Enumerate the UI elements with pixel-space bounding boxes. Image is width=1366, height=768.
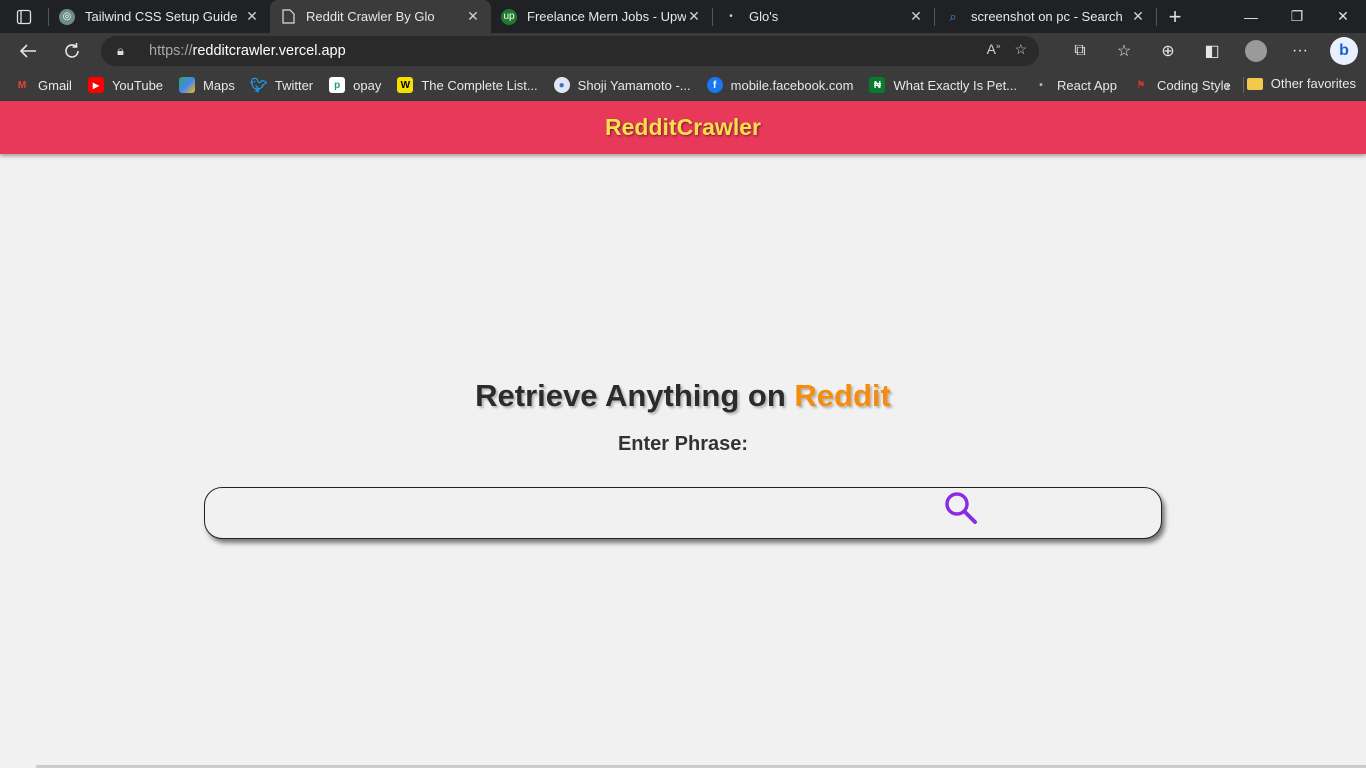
bing-copilot-icon[interactable]: b [1330,37,1358,65]
maps-icon [179,77,196,93]
bookmark-shoji[interactable]: ● Shoji Yamamoto -... [553,77,691,93]
tab-reddit-crawler[interactable]: Reddit Crawler By Glo ✕ [270,0,491,33]
tab-title: Glo's [749,9,779,24]
back-button[interactable] [6,33,50,69]
navigation-bar: 🔒︎ https:// redditcrawler.vercel.app A» … [0,33,1366,69]
bookmark-coding-style[interactable]: ⚑ Coding Style [1133,77,1231,93]
tab-search[interactable]: ⌕ screenshot on pc - Search ✕ [935,0,1156,33]
back-arrow-icon [19,44,36,58]
address-bar[interactable]: 🔒︎ https:// redditcrawler.vercel.app A» … [101,36,1039,66]
title-accent: Reddit [794,378,891,413]
title-main: Retrieve Anything on [475,378,795,413]
add-favorite-icon[interactable]: ☆ [1014,41,1027,58]
bookmark-complete-list[interactable]: W The Complete List... [397,77,538,93]
other-favorites[interactable]: Other favorites [1246,76,1356,91]
search-icon[interactable] [944,491,978,525]
phrase-label: Enter Phrase: [617,433,749,455]
close-window-icon[interactable]: ✕ [1320,0,1366,33]
new-tab-button[interactable]: + [1157,0,1193,33]
bookmark-gmail[interactable]: M Gmail [14,77,72,93]
search-input[interactable] [221,498,921,528]
bookmark-label: opay [353,77,382,93]
close-icon[interactable]: ✕ [244,8,260,25]
search-box [204,487,1162,539]
bookmark-what-exactly[interactable]: ₦ What Exactly Is Pet... [869,77,1017,93]
bookmark-maps[interactable]: Maps [179,77,235,93]
bookmark-label: Coding Style [1157,77,1231,93]
favorites-icon[interactable]: ☆ [1102,41,1146,61]
bookmark-label: React App [1057,77,1118,93]
opay-icon: p [329,77,346,93]
more-menu-icon[interactable]: ··· [1278,42,1322,60]
bookmark-label: Shoji Yamamoto -... [577,77,691,93]
close-icon[interactable]: ✕ [908,8,924,25]
gmail-icon: M [17,79,27,91]
bookmark-label: Twitter [274,77,314,93]
url-protocol: https:// [149,43,193,59]
minimize-icon[interactable]: — [1228,0,1274,33]
restore-icon[interactable]: ❐ [1274,0,1320,33]
bookmark-label: What Exactly Is Pet... [893,77,1018,93]
lock-icon[interactable]: 🔒︎ [117,43,131,59]
refresh-button[interactable] [50,33,94,69]
read-aloud-icon[interactable]: A» [987,41,1001,58]
profile-avatar[interactable] [1245,40,1267,62]
coding-icon: ⚑ [1136,79,1146,91]
tab-title: Reddit Crawler By Glo [306,9,435,24]
page-title: Retrieve Anything on Reddit [0,378,1366,414]
react-icon: • [1039,79,1043,91]
close-icon[interactable]: ✕ [686,8,702,25]
upwork-icon: up [501,8,517,25]
chatgpt-icon: ◎ [59,8,75,25]
other-favorites-label: Other favorites [1270,76,1356,91]
bookmark-twitter[interactable]: 🐦︎ Twitter [249,76,314,93]
twitter-icon: 🐦︎ [249,76,268,93]
folder-icon [1246,77,1263,90]
bookmark-label: The Complete List... [421,77,538,93]
shoji-icon: ● [553,77,570,93]
tab-strip: ◎ Tailwind CSS Setup Guide ✕ Reddit Craw… [0,0,1366,33]
tab-glos[interactable]: • Glo's ✕ [713,0,934,33]
react-icon: • [729,11,733,22]
bookmark-react-app[interactable]: • React App [1033,77,1117,93]
bookmark-youtube[interactable]: ▶ YouTube [87,77,164,93]
window-controls: — ❐ ✕ [1228,0,1366,33]
tab-upwork[interactable]: up Freelance Mern Jobs - Upwork ✕ [491,0,712,33]
split-screen-icon[interactable]: ◧ [1190,41,1234,61]
chevron-right-icon[interactable]: › [1225,77,1230,93]
bookmark-opay[interactable]: p opay [329,77,381,93]
bookmark-label: YouTube [111,77,164,93]
tab-title: Tailwind CSS Setup Guide [85,9,238,24]
close-icon[interactable]: ✕ [1130,8,1146,25]
w-icon: W [397,77,414,93]
url-host: redditcrawler.vercel.app [192,43,346,59]
youtube-icon: ▶ [87,77,104,93]
bookmark-label: Maps [203,77,235,93]
bookmark-label: Gmail [38,77,72,93]
naira-icon: ₦ [869,77,886,93]
extensions-icon[interactable]: ⧉ [1058,42,1102,60]
facebook-icon: f [706,77,723,93]
brand-logo[interactable]: RedditCrawler [605,114,761,141]
tab-title: Freelance Mern Jobs - Upwork [527,9,686,24]
tab-actions-icon [16,9,32,24]
bookmarks-bar: M Gmail ▶ YouTube Maps 🐦︎ Twitter p opay W Th… [0,69,1366,101]
tab-tailwind[interactable]: ◎ Tailwind CSS Setup Guide ✕ [49,0,270,33]
bookmark-facebook[interactable]: f mobile.facebook.com [706,77,854,93]
refresh-icon [65,43,79,58]
close-icon[interactable]: ✕ [465,8,481,25]
search-icon: ⌕ [949,8,957,24]
collections-icon[interactable]: ⊕ [1146,41,1190,61]
page-icon [280,9,296,25]
bookmark-label: mobile.facebook.com [730,77,854,93]
site-header: RedditCrawler [0,101,1366,154]
tab-actions-button[interactable] [0,0,48,33]
tab-title: screenshot on pc - Search [971,9,1123,24]
